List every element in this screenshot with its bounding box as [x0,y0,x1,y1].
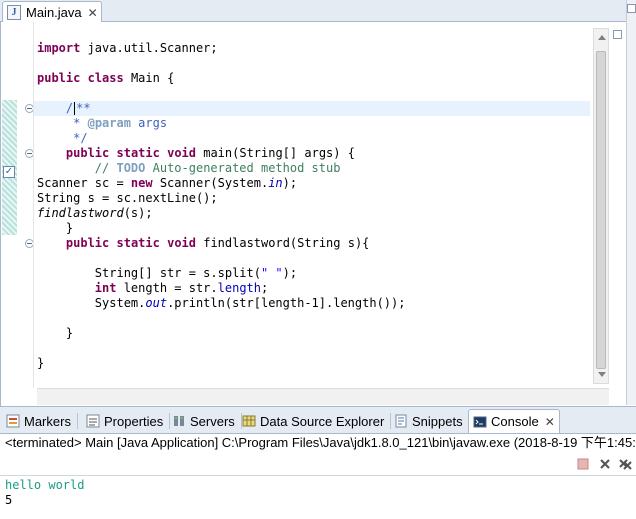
code-line: int length = str.length; [94,281,269,295]
horizontal-scrollbar[interactable] [37,388,609,405]
code-line: import java.util.Scanner; [37,41,218,55]
tab-label: Markers [24,413,71,429]
tab-label: Console [491,414,539,429]
tab-properties[interactable]: Properties [82,410,171,432]
close-icon[interactable]: ✕ [545,415,555,429]
tab-label: Properties [104,413,164,429]
code-line: findlastword(s); [37,206,153,220]
scroll-down-icon[interactable] [598,372,606,377]
remove-all-icon[interactable] [618,457,632,471]
tab-label: Data Source Explorer [260,413,385,429]
vertical-ruler: ✓ [1,22,19,388]
tab-label: Snippets [412,413,463,429]
tab-data-source-explorer[interactable]: Data Source Explorer [238,410,392,432]
code-line: System.out.println(str[length-1].length(… [94,296,406,310]
code-line: public class Main { [37,71,175,85]
console-toolbar [0,452,636,476]
code-line: } [37,356,45,370]
code-line: public static void main(String[] args) { [65,146,355,160]
data-source-icon [242,414,256,428]
console-output[interactable]: hello world 5 [0,476,636,519]
properties-icon [86,414,100,428]
tab-markers[interactable]: Markers [2,410,78,432]
code-line-current: / ** [34,101,590,116]
console-input-line: hello world [5,478,85,492]
editor-tab-bar: J Main.java ✕ [0,0,636,23]
java-file-icon: J [7,5,21,20]
tab-servers[interactable]: Servers [168,410,242,432]
code-text[interactable]: import java.util.Scanner; public class M… [34,22,593,388]
close-icon[interactable]: ✕ [88,7,98,19]
code-line: String[] str = s.split(" "); [94,266,298,280]
tab-console[interactable]: Console ✕ [468,409,560,433]
remove-launch-icon[interactable] [598,457,612,471]
code-line: } [65,221,74,235]
vertical-scrollbar[interactable] [593,28,609,384]
code-line: * @param args [65,116,168,130]
terminate-icon[interactable] [576,457,590,471]
code-line: Scanner sc = new Scanner(System.in); [37,176,298,190]
right-panel-strip [626,0,636,405]
console-output-line: 5 [5,493,13,507]
code-line: // TODO Auto-generated method stub [94,161,341,175]
minimize-icon[interactable] [627,4,636,13]
code-line: String s = sc.nextLine(); [37,191,218,205]
editor-tab-title: Main.java [26,5,82,20]
code-line: */ [65,131,88,145]
task-marker-icon[interactable]: ✓ [3,166,15,178]
snippets-icon [394,414,408,428]
console-status-header: <terminated> Main [Java Application] C:\… [0,434,636,452]
overview-ruler [611,28,625,384]
tab-label: Servers [190,413,235,429]
markers-icon [6,414,20,428]
gutter-divider [33,22,34,388]
scroll-up-icon[interactable] [598,35,606,40]
code-line: } [65,326,74,340]
text-caret [74,102,76,115]
code-editor[interactable]: ✓ import java.util.Scanner; public class… [0,22,626,406]
editor-tab-main-java[interactable]: J Main.java ✕ [2,1,102,23]
code-line: public static void findlastword(String s… [65,236,370,250]
overview-marker-icon[interactable] [613,30,622,39]
tab-snippets[interactable]: Snippets [390,410,470,432]
views-tab-bar: Markers Properties Servers Data Source E… [0,406,636,434]
servers-icon [172,414,186,428]
scrollbar-thumb[interactable] [596,51,606,369]
console-icon [473,415,487,429]
